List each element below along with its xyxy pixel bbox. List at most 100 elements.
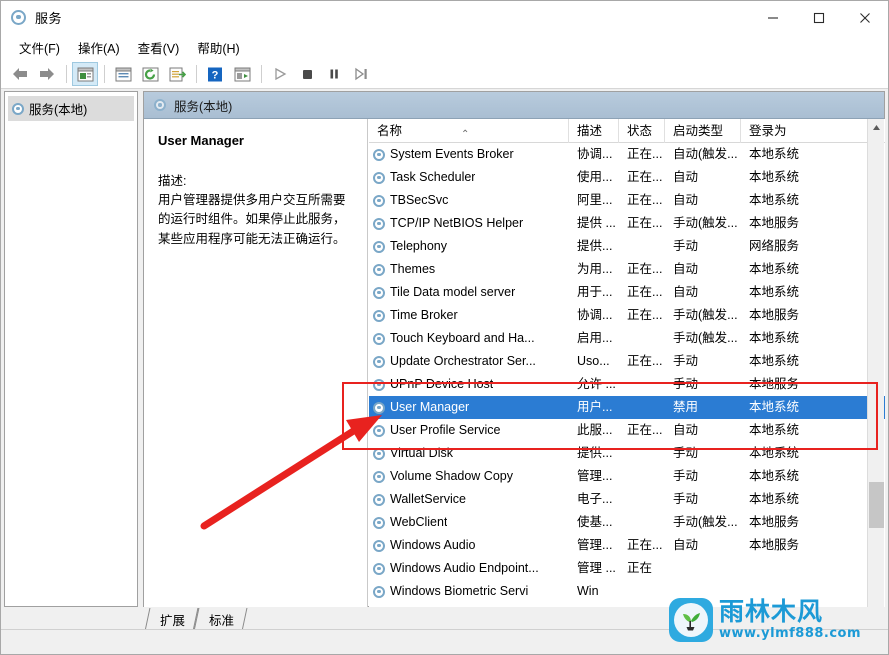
- status-bar: [1, 629, 888, 654]
- help-icon[interactable]: ?: [202, 62, 228, 86]
- toolbar-separator: [66, 65, 67, 83]
- cell-status: [619, 488, 665, 511]
- cell-description: 管理 ...: [569, 557, 619, 580]
- table-row[interactable]: Task Scheduler使用...正在...自动本地系统: [369, 166, 885, 189]
- cell-status: 正在...: [619, 281, 665, 304]
- minimize-button[interactable]: [750, 1, 796, 34]
- cell-description: 为用...: [569, 258, 619, 281]
- tab-standard[interactable]: 标准: [194, 608, 248, 631]
- restart-service-icon[interactable]: [348, 62, 374, 86]
- cell-status: 正在...: [619, 419, 665, 442]
- column-header-status[interactable]: 状态: [619, 119, 665, 143]
- cell-service-name: TBSecSvc: [369, 189, 569, 212]
- cell-status: 正在...: [619, 258, 665, 281]
- gear-icon: [373, 425, 385, 437]
- table-row[interactable]: User Manager用户...禁用本地系统: [369, 396, 885, 419]
- cell-service-name: Tile Data model server: [369, 281, 569, 304]
- list-header-row: 名称 ⌃ 描述 状态 启动类型 登录为: [369, 119, 885, 143]
- maximize-button[interactable]: [796, 1, 842, 34]
- toolbar-separator: [261, 65, 262, 83]
- column-header-log-on-as[interactable]: 登录为: [741, 119, 817, 143]
- cell-log-on-as: 本地系统: [741, 327, 817, 350]
- pane-header-label: 服务(本地): [174, 96, 232, 115]
- table-row[interactable]: User Profile Service此服...正在...自动本地系统: [369, 419, 885, 442]
- table-row[interactable]: Virtual Disk提供...手动本地系统: [369, 442, 885, 465]
- table-row[interactable]: TCP/IP NetBIOS Helper提供 ...正在...手动(触发...…: [369, 212, 885, 235]
- stop-service-icon[interactable]: [294, 62, 320, 86]
- menu-view[interactable]: 查看(V): [129, 35, 189, 60]
- table-row[interactable]: Windows Audio Endpoint...管理 ...正在: [369, 557, 885, 580]
- pause-service-icon[interactable]: [321, 62, 347, 86]
- scrollbar-thumb[interactable]: [869, 482, 884, 528]
- gear-icon: [373, 517, 385, 529]
- cell-service-name: Update Orchestrator Ser...: [369, 350, 569, 373]
- cell-status: 正在...: [619, 143, 665, 166]
- cell-startup-type: 自动: [665, 189, 741, 212]
- start-service-icon[interactable]: [267, 62, 293, 86]
- tree-item-services-local[interactable]: 服务(本地): [8, 96, 134, 121]
- cell-description: 启用...: [569, 327, 619, 350]
- table-row[interactable]: WebClient使基...手动(触发...本地服务: [369, 511, 885, 534]
- show-action-pane-icon[interactable]: [229, 62, 255, 86]
- cell-log-on-as: [741, 580, 817, 603]
- cell-service-name: System Events Broker: [369, 143, 569, 166]
- menu-help[interactable]: 帮助(H): [188, 35, 248, 60]
- cell-startup-type: 手动(触发...: [665, 212, 741, 235]
- gear-icon: [373, 402, 385, 414]
- table-row[interactable]: Volume Shadow Copy管理...手动本地系统: [369, 465, 885, 488]
- column-header-name[interactable]: 名称 ⌃: [369, 119, 569, 143]
- cell-description: 协调...: [569, 143, 619, 166]
- cell-description: Uso...: [569, 350, 619, 373]
- table-row[interactable]: Tile Data model server用于...正在...自动本地系统: [369, 281, 885, 304]
- cell-description: 允许 ...: [569, 373, 619, 396]
- close-button[interactable]: [842, 1, 888, 34]
- properties-icon[interactable]: [110, 62, 136, 86]
- table-row[interactable]: TBSecSvc阿里...正在...自动本地系统: [369, 189, 885, 212]
- services-console-window: 服务 文件(F) 操作(A) 查看(V) 帮助(H): [0, 0, 889, 655]
- table-row[interactable]: Themes为用...正在...自动本地系统: [369, 258, 885, 281]
- show-tree-icon[interactable]: [72, 62, 98, 86]
- table-row[interactable]: Telephony提供...手动网络服务: [369, 235, 885, 258]
- cell-status: [619, 396, 665, 419]
- column-header-description[interactable]: 描述: [569, 119, 619, 143]
- services-gear-icon: [11, 10, 27, 26]
- title-bar: 服务: [1, 1, 888, 34]
- cell-log-on-as: 本地服务: [741, 511, 817, 534]
- tab-extended[interactable]: 扩展: [145, 608, 199, 631]
- cell-description: 管理...: [569, 465, 619, 488]
- scroll-up-icon[interactable]: [868, 119, 885, 136]
- column-header-startup-type[interactable]: 启动类型: [665, 119, 741, 143]
- menu-file[interactable]: 文件(F): [10, 35, 69, 60]
- table-row[interactable]: WalletService电子...手动本地系统: [369, 488, 885, 511]
- cell-service-name: Task Scheduler: [369, 166, 569, 189]
- menu-action[interactable]: 操作(A): [69, 35, 129, 60]
- cell-startup-type: 手动: [665, 235, 741, 258]
- table-row[interactable]: Update Orchestrator Ser...Uso...正在...手动本…: [369, 350, 885, 373]
- table-row[interactable]: Touch Keyboard and Ha...启用...手动(触发...本地系…: [369, 327, 885, 350]
- cell-startup-type: 手动: [665, 373, 741, 396]
- cell-log-on-as: 本地系统: [741, 143, 817, 166]
- vertical-scrollbar[interactable]: [867, 119, 884, 607]
- gear-icon: [373, 471, 385, 483]
- forward-icon[interactable]: [34, 62, 60, 86]
- cell-startup-type: 自动(触发...: [665, 143, 741, 166]
- cell-status: [619, 580, 665, 603]
- table-row[interactable]: Windows Audio管理...正在...自动本地服务: [369, 534, 885, 557]
- table-row[interactable]: Windows Biometric ServiWin: [369, 580, 885, 603]
- refresh-icon[interactable]: [137, 62, 163, 86]
- gear-icon: [373, 310, 385, 322]
- cell-startup-type: 自动: [665, 281, 741, 304]
- table-row[interactable]: Time Broker协调...正在...手动(触发...本地服务: [369, 304, 885, 327]
- gear-icon: [373, 448, 385, 460]
- table-row[interactable]: UPnP Device Host允许 ...手动本地服务: [369, 373, 885, 396]
- cell-service-name: Themes: [369, 258, 569, 281]
- gear-icon: [373, 379, 385, 391]
- table-row[interactable]: System Events Broker协调...正在...自动(触发...本地…: [369, 143, 885, 166]
- cell-status: 正在...: [619, 212, 665, 235]
- export-list-icon[interactable]: [164, 62, 190, 86]
- gear-icon: [373, 149, 385, 161]
- services-rows: System Events Broker协调...正在...自动(触发...本地…: [369, 143, 885, 603]
- back-icon[interactable]: [7, 62, 33, 86]
- cell-log-on-as: 网络服务: [741, 235, 817, 258]
- cell-log-on-as: 本地系统: [741, 350, 817, 373]
